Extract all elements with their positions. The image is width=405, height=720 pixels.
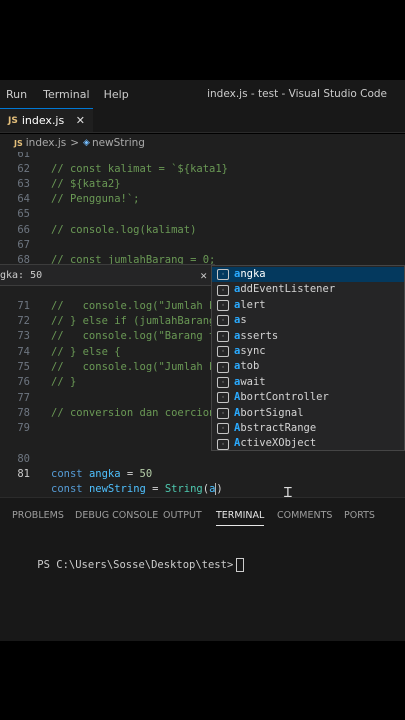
window-title: index.js - test - Visual Studio Code bbox=[207, 88, 387, 100]
suggestion-item[interactable]: ◦ AbortSignal bbox=[212, 406, 404, 421]
symbol-icon: ◦ bbox=[217, 392, 229, 404]
bottom-panel: PROBLEMS DEBUG CONSOLE OUTPUT TERMINAL COMME… bbox=[0, 497, 405, 641]
symbol-icon: ◦ bbox=[217, 284, 229, 296]
tab-index-js[interactable]: JS index.js ✕ bbox=[0, 108, 93, 132]
close-icon[interactable]: ✕ bbox=[200, 269, 207, 282]
suggestion-item[interactable]: ◦ ActiveXObject bbox=[212, 436, 404, 451]
code-line: 62// const kalimat = `${kata1} bbox=[17, 163, 229, 175]
symbol-icon: ◦ bbox=[217, 423, 229, 435]
suggestion-label: AbstractRange bbox=[234, 422, 317, 434]
symbol-icon: ◦ bbox=[217, 438, 229, 450]
panel-tab-comments[interactable]: COMMENTS bbox=[277, 510, 332, 521]
panel-tabs: PROBLEMS DEBUG CONSOLE OUTPUT TERMINAL COMME… bbox=[0, 506, 405, 526]
symbol-icon: ◦ bbox=[217, 407, 229, 419]
symbol-icon: ◦ bbox=[217, 315, 229, 327]
panel-tab-terminal[interactable]: TERMINAL bbox=[216, 510, 265, 526]
suggestion-item[interactable]: ◦ AbortController bbox=[212, 390, 404, 405]
symbol-icon: ◦ bbox=[217, 376, 229, 388]
panel-tab-debug-console[interactable]: DEBUG CONSOLE bbox=[75, 510, 158, 521]
suggestion-item[interactable]: ◦ atob bbox=[212, 359, 404, 374]
suggestion-item[interactable]: ◦ asserts bbox=[212, 329, 404, 344]
javascript-file-icon: JS bbox=[14, 138, 23, 148]
panel-tab-output[interactable]: OUTPUT bbox=[163, 510, 202, 521]
suggestion-label: atob bbox=[234, 360, 260, 373]
suggestion-label: angka bbox=[234, 268, 266, 280]
javascript-file-icon: JS bbox=[8, 115, 18, 126]
ibeam-cursor-icon: Ɪ bbox=[284, 485, 292, 501]
current-code-line: 81 const newString = String(a) bbox=[17, 468, 223, 495]
autocomplete-suggestions[interactable]: ◦ angka ◦ addEventListener ◦ alert ◦ as ◦ asserts… bbox=[211, 265, 405, 451]
symbol-icon: ◦ bbox=[217, 330, 229, 342]
suggestion-item[interactable]: ◦ addEventListener bbox=[212, 282, 404, 297]
terminal-prompt: PS C:\Users\Sosse\Desktop\test> bbox=[37, 559, 234, 571]
hover-tooltip: gka: 50 ✕ bbox=[0, 264, 215, 286]
suggestion-item[interactable]: ◦ async bbox=[212, 344, 404, 359]
terminal-cursor bbox=[236, 558, 245, 572]
breadcrumb-symbol[interactable]: newString bbox=[92, 137, 145, 149]
variable-symbol-icon: ◈ bbox=[83, 138, 90, 148]
panel-tab-problems[interactable]: PROBLEMS bbox=[12, 510, 64, 521]
code-line: 65 bbox=[17, 208, 30, 220]
chevron-right-icon: > bbox=[70, 137, 80, 149]
code-line: 67 bbox=[17, 239, 30, 251]
menu-help[interactable]: Help bbox=[96, 88, 135, 101]
suggestion-label: AbortController bbox=[234, 391, 329, 404]
menu-bar: Run Terminal Help index.js - test - Visu… bbox=[0, 80, 405, 108]
code-line: 66// console.log(kalimat) bbox=[17, 224, 197, 236]
symbol-icon: ◦ bbox=[217, 346, 229, 358]
suggestion-item[interactable]: ◦ AbstractRange bbox=[212, 421, 404, 436]
code-line: 64// Pengguna!`; bbox=[17, 193, 140, 205]
tab-label: index.js bbox=[21, 114, 65, 127]
suggestion-label: as bbox=[234, 314, 247, 327]
breadcrumb: JS index.js > ◈ newString bbox=[0, 134, 405, 152]
suggestion-item[interactable]: ◦ alert bbox=[212, 298, 404, 313]
panel-tab-ports[interactable]: PORTS bbox=[344, 510, 375, 521]
symbol-icon: ◦ bbox=[217, 361, 229, 373]
suggestion-item[interactable]: ◦ angka bbox=[212, 267, 404, 283]
code-line: 63// ${kata2} bbox=[17, 178, 121, 190]
suggestion-item[interactable]: ◦ as bbox=[212, 313, 404, 328]
hover-text: gka: 50 bbox=[0, 269, 43, 281]
suggestion-item[interactable]: ◦ await bbox=[212, 375, 404, 390]
close-icon[interactable]: ✕ bbox=[76, 114, 85, 127]
editor-tab-bar: JS index.js ✕ bbox=[0, 108, 405, 133]
breadcrumb-file[interactable]: index.js bbox=[26, 137, 66, 149]
suggestion-label: addEventListener bbox=[234, 283, 336, 296]
symbol-icon: ◦ bbox=[217, 299, 229, 311]
symbol-icon: ◦ bbox=[217, 269, 229, 281]
code-line: 61 bbox=[17, 152, 30, 160]
suggestion-label: ActiveXObject bbox=[234, 437, 317, 450]
suggestion-label: await bbox=[234, 375, 266, 388]
menu-run[interactable]: Run bbox=[0, 88, 33, 101]
terminal[interactable]: PS C:\Users\Sosse\Desktop\test> bbox=[12, 546, 245, 584]
suggestion-label: asserts bbox=[234, 329, 279, 342]
suggestion-label: alert bbox=[234, 298, 266, 311]
suggestion-label: AbortSignal bbox=[234, 406, 304, 419]
menu-terminal[interactable]: Terminal bbox=[33, 88, 96, 101]
suggestion-label: async bbox=[234, 345, 266, 357]
